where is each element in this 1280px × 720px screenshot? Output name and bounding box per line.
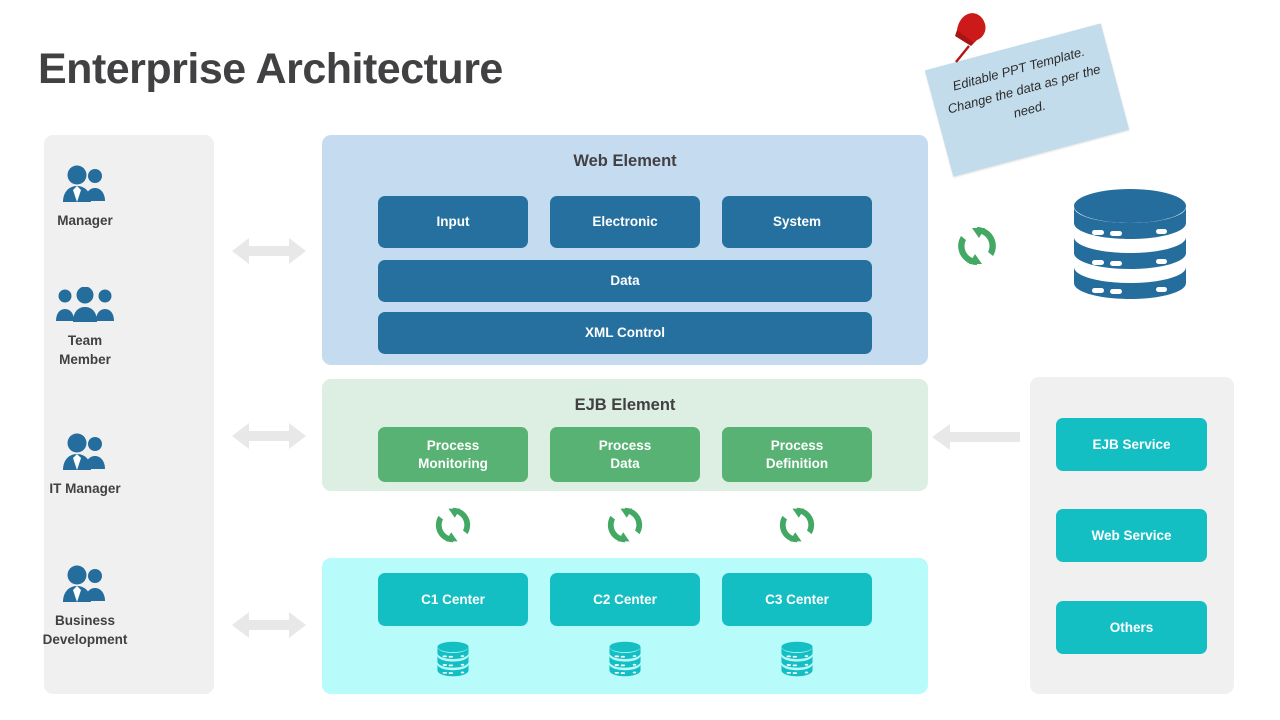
persona-manager[interactable]: Manager (0, 165, 170, 230)
people-pair-icon (0, 565, 170, 603)
ejb-element-title: EJB Element (574, 396, 676, 414)
double-arrow-icon (232, 423, 306, 449)
people-group-icon (0, 285, 170, 323)
persona-label: Team Member (59, 333, 111, 367)
persona-label: IT Manager (49, 481, 121, 496)
sync-refresh-icon (722, 505, 872, 545)
double-arrow-icon (232, 612, 306, 638)
card-xml-control[interactable]: XML Control (378, 312, 872, 354)
persona-team-member[interactable]: Team Member (0, 285, 170, 369)
card-data[interactable]: Data (378, 260, 872, 302)
sync-refresh-icon (550, 505, 700, 545)
card-process-monitoring[interactable]: Process Monitoring (378, 427, 528, 482)
persona-label: Business Development (42, 613, 128, 647)
people-pair-icon (0, 433, 170, 471)
database-icon (550, 640, 700, 678)
card-system[interactable]: System (722, 196, 872, 248)
database-icon (722, 640, 872, 678)
database-icon (378, 640, 528, 678)
sync-refresh-icon (378, 505, 528, 545)
big-database-icon (1074, 189, 1186, 299)
web-element-title: Web Element (573, 152, 677, 170)
slide-canvas: Enterprise Architecture Editable PPT Tem… (0, 0, 1280, 720)
service-card-web[interactable]: Web Service (1056, 509, 1207, 562)
service-card-others[interactable]: Others (1056, 601, 1207, 654)
service-card-ejb[interactable]: EJB Service (1056, 418, 1207, 471)
persona-business-development[interactable]: Business Development (0, 565, 170, 649)
persona-it-manager[interactable]: IT Manager (0, 433, 170, 498)
sync-refresh-icon (958, 227, 996, 265)
pushpin-icon (955, 13, 986, 63)
card-electronic[interactable]: Electronic (550, 196, 700, 248)
card-c3-center[interactable]: C3 Center (722, 573, 872, 626)
persona-label: Manager (57, 213, 113, 228)
double-arrow-icon (232, 238, 306, 264)
card-process-data[interactable]: Process Data (550, 427, 700, 482)
card-process-definition[interactable]: Process Definition (722, 427, 872, 482)
card-c2-center[interactable]: C2 Center (550, 573, 700, 626)
card-c1-center[interactable]: C1 Center (378, 573, 528, 626)
left-arrow-icon (932, 424, 1020, 450)
card-input[interactable]: Input (378, 196, 528, 248)
people-pair-icon (0, 165, 170, 203)
page-title: Enterprise Architecture (38, 45, 503, 93)
